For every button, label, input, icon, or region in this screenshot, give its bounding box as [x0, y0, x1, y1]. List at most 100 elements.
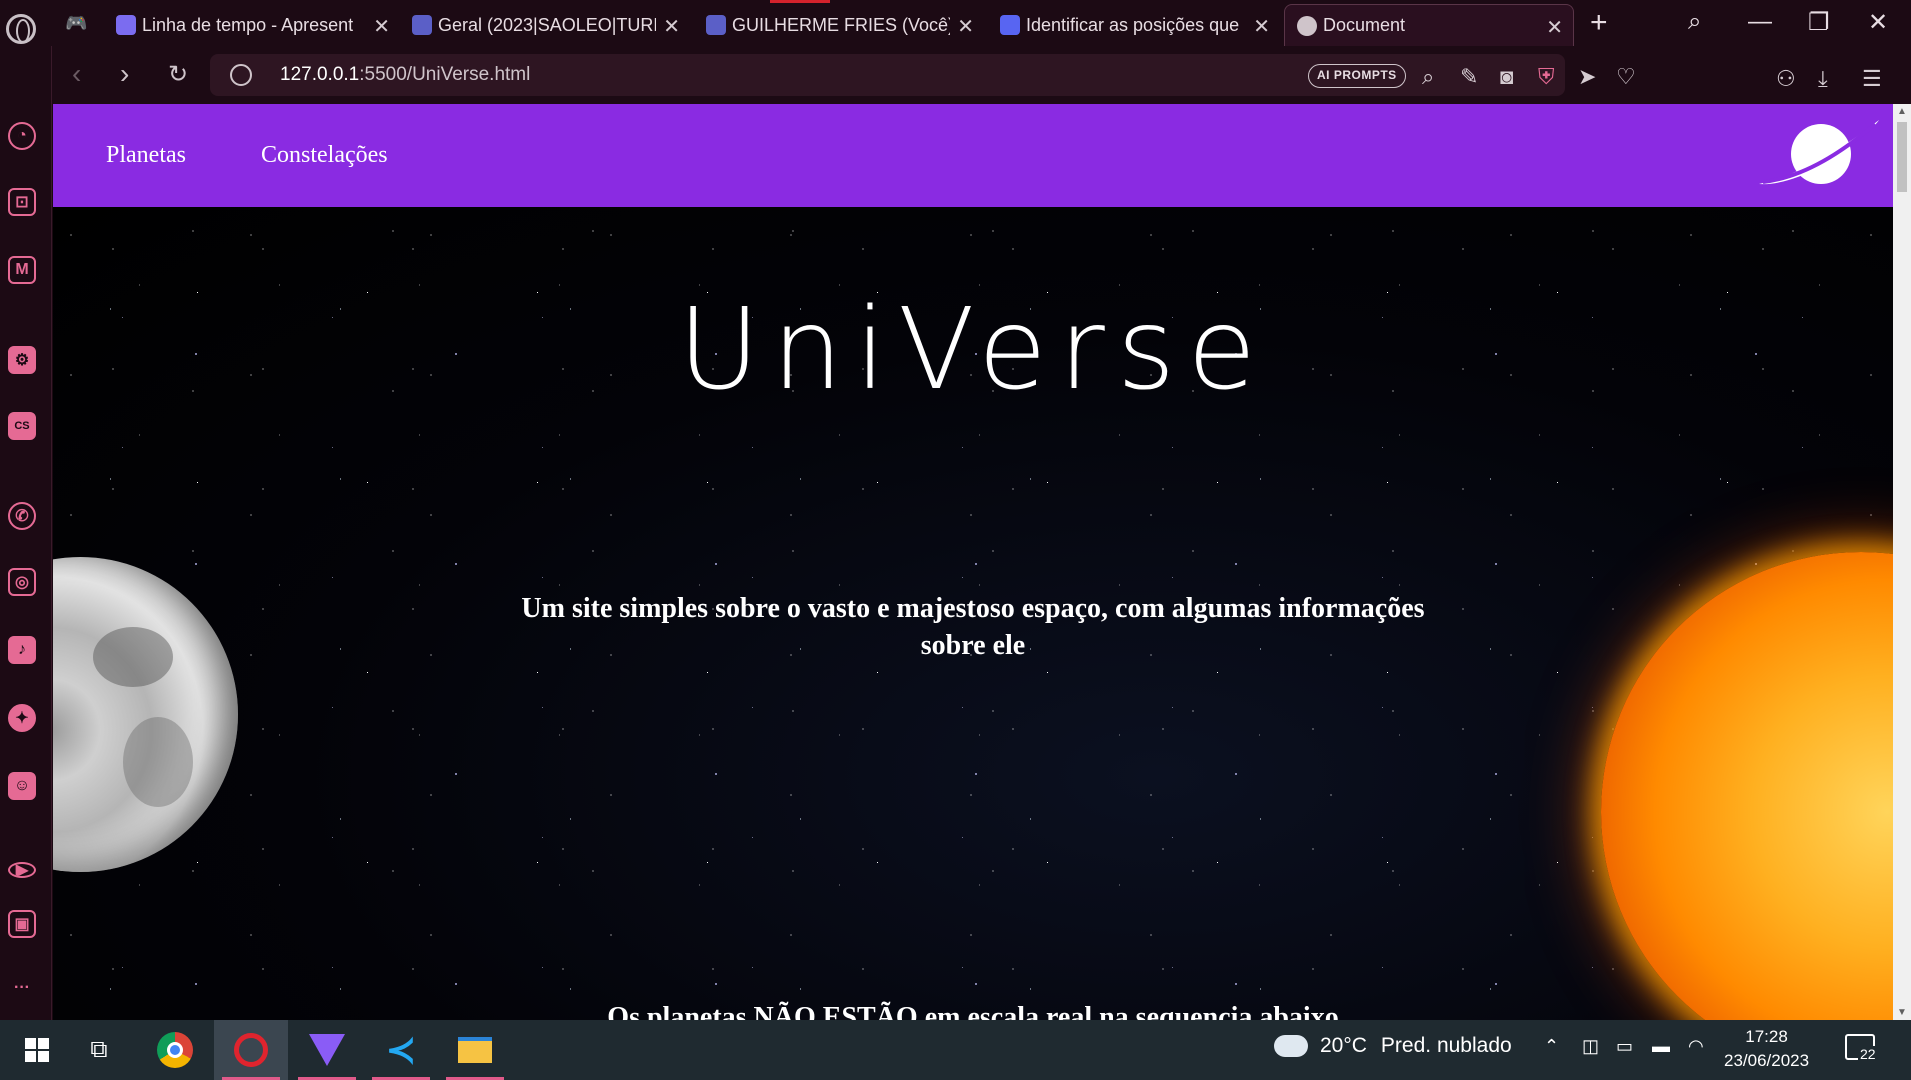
twitter-icon[interactable]: ✦: [8, 704, 36, 732]
tab-label: Linha de tempo - Apresent: [142, 14, 354, 35]
vscode-icon: ≺: [385, 1029, 417, 1070]
reload-icon[interactable]: ↻: [168, 60, 188, 89]
tab-identificar-posicoes[interactable]: Identificar as posições que ✕: [1000, 4, 1270, 46]
opera-menu-icon[interactable]: [6, 14, 36, 44]
clock-date: 23/06/2023: [1724, 1051, 1810, 1070]
site-info-icon[interactable]: [230, 64, 252, 86]
close-icon[interactable]: ✕: [373, 14, 390, 39]
taskbar-file-explorer[interactable]: [438, 1020, 512, 1080]
site-navbar: Planetas Constelações: [53, 104, 1893, 207]
tab-geral[interactable]: Geral (2023|SAOLEO|TURM ✕: [412, 4, 680, 46]
weather-description: Pred. nublado: [1380, 1034, 1512, 1057]
downloads-icon[interactable]: ⤓: [1818, 66, 1828, 92]
tab-label: Geral (2023|SAOLEO|TURM: [438, 14, 656, 35]
partly-cloudy-icon: [1274, 1027, 1308, 1057]
minimize-icon[interactable]: —: [1748, 8, 1772, 36]
teams-favicon-icon: [706, 15, 726, 35]
tab-accent-line: [770, 0, 830, 3]
new-tab-button[interactable]: +: [1590, 6, 1608, 40]
ai-prompts-button[interactable]: AI PROMPTS: [1308, 64, 1406, 88]
camera-icon[interactable]: ◫: [1582, 1036, 1599, 1057]
tab-document[interactable]: Document ✕: [1284, 4, 1574, 46]
back-icon[interactable]: ‹: [72, 58, 81, 90]
tab-bar: 🎮 Linha de tempo - Apresent ✕ Geral (202…: [0, 0, 1911, 46]
wifi-icon[interactable]: ◠: [1688, 1036, 1704, 1057]
chrome-icon: [157, 1032, 193, 1068]
forward-icon[interactable]: ›: [120, 58, 129, 90]
tab-guilherme-fries[interactable]: GUILHERME FRIES (Você) | ✕: [706, 4, 974, 46]
triangle-app-icon: [309, 1034, 345, 1066]
sun-image: [1601, 552, 1893, 1020]
url-field[interactable]: 127.0.0.1:5500/UniVerse.html AI PROMPTS …: [210, 54, 1636, 96]
page-viewport: Planetas Constelações UniVerse Um site s…: [53, 104, 1893, 1020]
clock[interactable]: 17:28 23/06/2023: [1724, 1025, 1809, 1073]
show-hidden-icons-icon[interactable]: ⌃: [1544, 1036, 1559, 1057]
scroll-down-icon[interactable]: ▼: [1897, 1007, 1907, 1018]
chatsonic-icon[interactable]: CS: [8, 412, 36, 440]
taskbar-chrome[interactable]: [138, 1020, 212, 1080]
player-icon[interactable]: ▶: [8, 862, 36, 878]
windows-taskbar: ⧉ ≺ 20°C Pred. nublado ⌃ ◫ ▭ ▬ ◠ 17:28 2…: [0, 1020, 1911, 1080]
snapshot-icon[interactable]: ◙: [1500, 64, 1513, 90]
search-tabs-icon[interactable]: ⌕: [1688, 8, 1701, 36]
section-heading-partial: Os planetas NÃO ESTÃO em escala real na …: [607, 1002, 1339, 1020]
adblock-shield-icon[interactable]: ⛨: [1538, 64, 1555, 90]
discord-icon[interactable]: ☺: [8, 772, 36, 800]
chatgpt-icon[interactable]: ⚙: [8, 346, 36, 374]
close-icon[interactable]: ✕: [957, 14, 974, 39]
app-favicon-icon: [116, 15, 136, 35]
close-icon[interactable]: ✕: [1546, 15, 1563, 40]
weather-widget[interactable]: 20°C Pred. nublado: [1274, 1027, 1512, 1058]
task-view-button[interactable]: ⧉: [62, 1020, 136, 1080]
task-view-icon: ⧉: [90, 1036, 108, 1063]
moon-image: [53, 557, 238, 872]
heart-icon[interactable]: ♡: [1616, 64, 1636, 90]
tab-label: GUILHERME FRIES (Você) |: [732, 14, 950, 35]
page-scrollbar[interactable]: ▲ ▼: [1893, 104, 1911, 1020]
store-icon[interactable]: ⊡: [8, 188, 36, 216]
more-icon[interactable]: ···: [8, 974, 36, 1002]
close-icon[interactable]: ✕: [663, 14, 680, 39]
instagram-icon[interactable]: ◎: [8, 568, 36, 596]
gallery-icon[interactable]: ▣: [8, 910, 36, 938]
close-icon[interactable]: ✕: [1253, 14, 1270, 39]
tiktok-icon[interactable]: ♪: [8, 636, 36, 664]
opera-sidebar: ◔ ⊡ M ⚙ CS ✆ ◎ ♪ ✦ ☺ ▶ ▣ ···: [0, 46, 52, 1020]
nav-link-constelacoes[interactable]: Constelações: [261, 142, 388, 169]
close-window-icon[interactable]: ✕: [1868, 8, 1888, 37]
send-icon[interactable]: ➤: [1578, 64, 1596, 90]
tab-label: Document: [1323, 15, 1406, 35]
taskbar-vscode[interactable]: ≺: [364, 1020, 438, 1080]
whatsapp-icon[interactable]: ✆: [8, 502, 36, 530]
opera-icon: [234, 1033, 268, 1067]
app-favicon-icon: [1000, 15, 1020, 35]
page-subtitle: Um site simples sobre o vasto e majestos…: [521, 593, 1425, 661]
easy-setup-icon[interactable]: ☰: [1862, 66, 1882, 92]
scroll-thumb[interactable]: [1897, 122, 1907, 192]
windows-icon: [25, 1038, 49, 1062]
restore-icon[interactable]: ❐: [1808, 8, 1830, 37]
display-icon[interactable]: ▭: [1616, 1036, 1633, 1057]
nav-link-planetas[interactable]: Planetas: [106, 142, 186, 169]
globe-favicon-icon: [1297, 15, 1317, 36]
scroll-up-icon[interactable]: ▲: [1897, 106, 1907, 117]
tab-linha-de-tempo[interactable]: Linha de tempo - Apresent ✕: [116, 4, 390, 46]
taskbar-vpn-app[interactable]: [290, 1020, 364, 1080]
gamepad-icon[interactable]: 🎮: [65, 13, 89, 33]
share-icon[interactable]: ✎: [1460, 64, 1478, 90]
search-page-icon[interactable]: ⌕: [1422, 64, 1434, 90]
teams-favicon-icon: [412, 15, 432, 35]
page-title: UniVerse: [677, 285, 1269, 415]
tab-label: Identificar as posições que: [1026, 14, 1240, 35]
address-bar: ‹ › ↻ 127.0.0.1:5500/UniVerse.html AI PR…: [52, 46, 1911, 104]
weather-temperature: 20°C: [1320, 1034, 1367, 1057]
crypto-wallet-icon[interactable]: M: [8, 256, 36, 284]
taskbar-opera[interactable]: [214, 1020, 288, 1080]
planet-logo-icon[interactable]: [1753, 114, 1883, 198]
folder-icon: [458, 1037, 492, 1063]
url-text[interactable]: 127.0.0.1:5500/UniVerse.html: [280, 64, 530, 86]
speed-dial-icon[interactable]: ◔: [8, 122, 36, 150]
account-icon[interactable]: ⚇: [1776, 66, 1796, 92]
clock-time: 17:28: [1745, 1027, 1788, 1046]
battery-icon[interactable]: ▬: [1652, 1036, 1670, 1057]
